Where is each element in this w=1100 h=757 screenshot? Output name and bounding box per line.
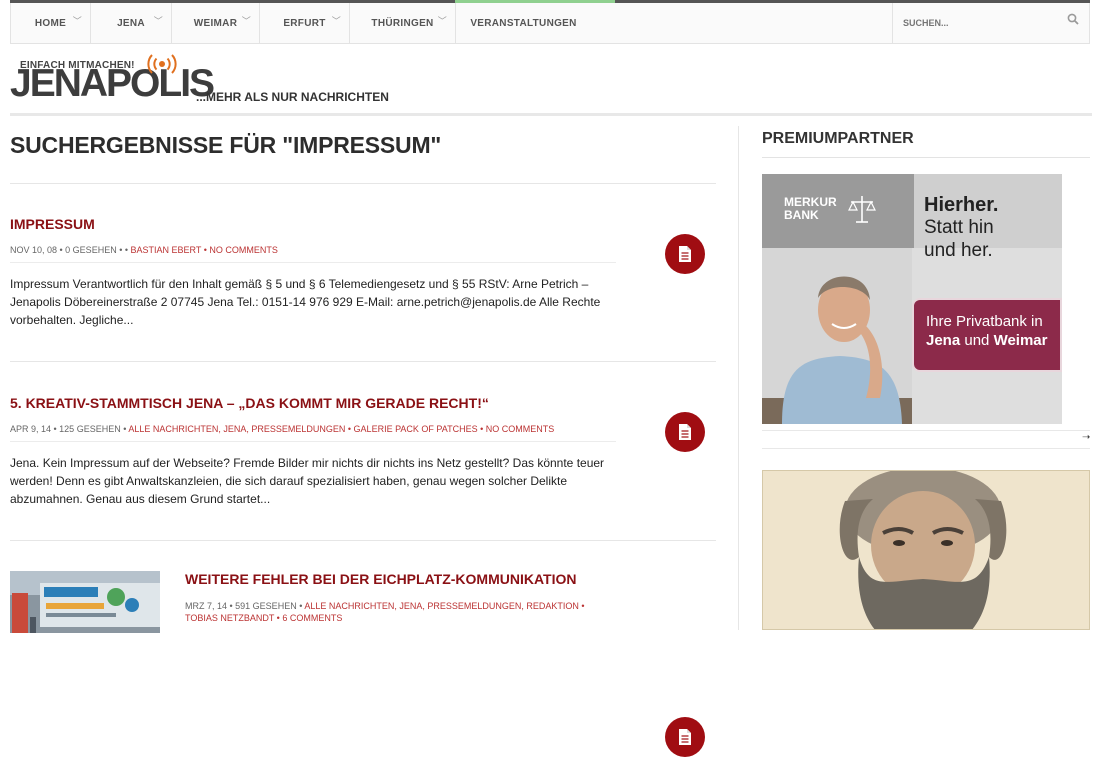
meta-divider (10, 262, 616, 263)
search-input[interactable] (903, 18, 1053, 28)
broadcast-icon (147, 54, 177, 74)
divider (10, 361, 716, 362)
divider (762, 157, 1090, 158)
result-excerpt: Jena. Kein Impressum auf der Webseite? F… (10, 456, 605, 506)
top-navigation: HOME ﹀ JENA ﹀ WEIMAR ﹀ ERFURT ﹀ THÜRINGE… (10, 3, 1090, 44)
document-icon-button[interactable] (665, 412, 705, 452)
result-meta: MRZ 7, 14 • 591 GESEHEN • ALLE NACHRICHT… (185, 601, 585, 623)
ad-headline: und her. (924, 240, 993, 261)
ad-headline: Hierher. (924, 194, 999, 216)
document-icon (679, 246, 691, 262)
search-box (892, 3, 1089, 43)
nav-item-jena[interactable]: JENA ﹀ (91, 3, 172, 43)
result-title[interactable]: 5. KREATIV-STAMMTISCH JENA – „DAS KOMMT … (10, 395, 716, 411)
scales-icon (848, 196, 876, 223)
nav-item-thueringen[interactable]: THÜRINGEN ﹀ (350, 3, 456, 43)
document-icon (679, 424, 691, 440)
nav-item-weimar[interactable]: WEIMAR ﹀ (172, 3, 260, 43)
search-result-item: WEITERE FEHLER BEI DER EICHPLATZ-KOMMUNI… (10, 571, 716, 757)
header-divider (10, 113, 1092, 116)
result-excerpt: Impressum Verantwortlich für den Inhalt … (10, 277, 601, 327)
bearded-man-image (763, 471, 1089, 629)
search-result-item: IMPRESSUM NOV 10, 08 • 0 GESEHEN • • BAS… (10, 216, 716, 329)
column-divider (738, 126, 739, 630)
man-portrait-image (762, 248, 912, 424)
document-icon (679, 729, 691, 745)
billboard-image (10, 571, 160, 633)
chevron-down-icon: ﹀ (241, 16, 251, 26)
divider (762, 430, 1090, 431)
ad-headline: Statt hin (924, 217, 994, 238)
search-result-item: 5. KREATIV-STAMMTISCH JENA – „DAS KOMMT … (10, 395, 716, 508)
arrow-right-icon[interactable]: ➝ (1082, 432, 1090, 443)
chevron-down-icon: ﹀ (437, 16, 447, 26)
page-title: SUCHERGEBNISSE FÜR "IMPRESSUM" (10, 132, 442, 158)
bank-logo: MERKUR BANK (762, 174, 914, 248)
sidebar: PREMIUMPARTNER MERKUR BANK Hierher. Stat… (762, 126, 1092, 630)
document-icon-button[interactable] (665, 717, 705, 757)
document-icon-button[interactable] (665, 234, 705, 274)
ad-privatbank-box: Ihre Privatbank in Jena und Weimar (912, 298, 1062, 372)
sidebar-heading: PREMIUMPARTNER (762, 130, 914, 147)
divider (10, 183, 716, 184)
divider (10, 540, 716, 541)
nav-item-veranstaltungen[interactable]: VERANSTALTUNGEN (456, 3, 591, 43)
result-title[interactable]: WEITERE FEHLER BEI DER EICHPLATZ-KOMMUNI… (185, 571, 665, 587)
meta-divider (10, 441, 616, 442)
search-results: SUCHERGEBNISSE FÜR "IMPRESSUM" IMPRESSUM… (10, 126, 716, 757)
merkur-bank-ad[interactable]: MERKUR BANK Hierher. Statt hin und her. … (762, 174, 1062, 424)
chevron-down-icon: ﹀ (72, 16, 82, 26)
result-title[interactable]: IMPRESSUM (10, 216, 716, 232)
sepia-portrait-image[interactable] (762, 470, 1090, 630)
site-tagline: ...MEHR ALS NUR NACHRICHTEN (196, 90, 389, 104)
divider (762, 448, 1090, 449)
result-body: WEITERE FEHLER BEI DER EICHPLATZ-KOMMUNI… (185, 571, 665, 624)
result-thumbnail[interactable] (10, 571, 160, 633)
result-meta: NOV 10, 08 • 0 GESEHEN • • BASTIAN EBERT… (10, 245, 278, 255)
nav-item-erfurt[interactable]: ERFURT ﹀ (260, 3, 350, 43)
logo-wordmark: JENAPOLIS (10, 62, 215, 105)
chevron-down-icon: ﹀ (153, 16, 163, 26)
search-icon[interactable] (1067, 13, 1079, 25)
chevron-down-icon: ﹀ (331, 16, 341, 26)
nav-item-home[interactable]: HOME ﹀ (11, 3, 91, 43)
result-meta: APR 9, 14 • 125 GESEHEN • ALLE NACHRICHT… (10, 424, 555, 434)
